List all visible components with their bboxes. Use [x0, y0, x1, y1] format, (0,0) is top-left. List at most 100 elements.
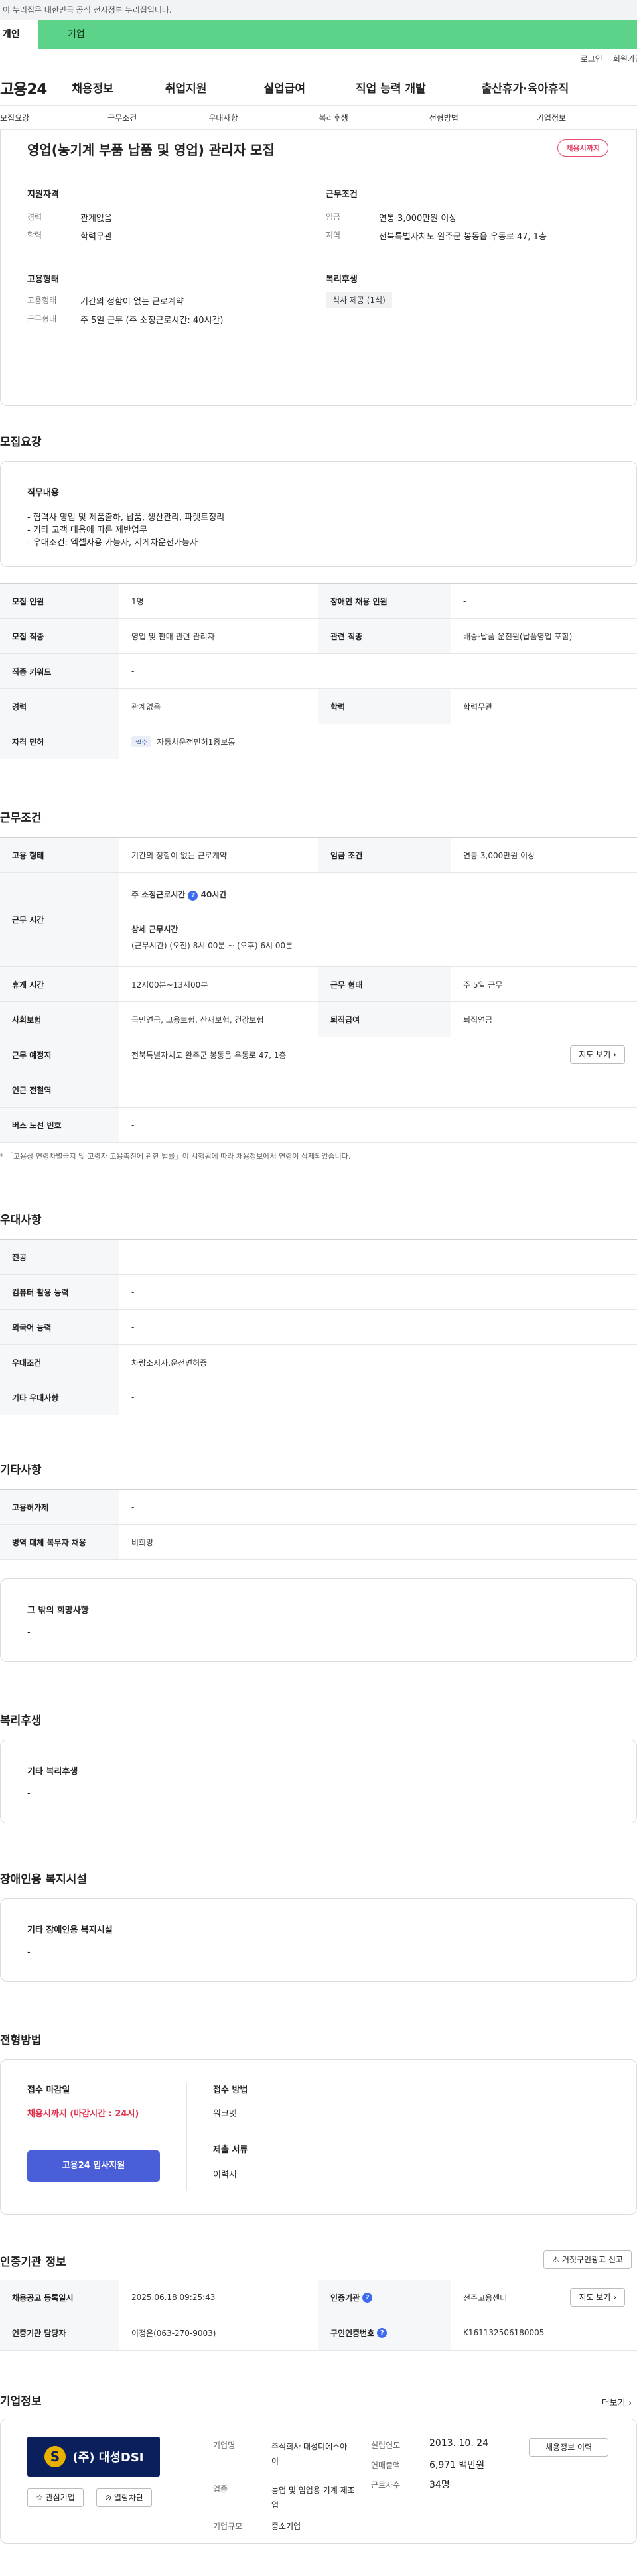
cell-value: -: [131, 1085, 135, 1094]
cell-value: -: [463, 596, 466, 606]
sales-value: 6,971 백만원: [429, 2460, 485, 2471]
gnb-item[interactable]: 취업지원: [165, 79, 207, 96]
cell-label: 휴게 시간: [0, 967, 119, 1001]
divider: [186, 2083, 187, 2191]
work-table: 고용 형태 기간의 정함이 없는 근로계약 임금 조건 연봉 3,000만원 이…: [0, 837, 637, 1143]
cell-value: -: [131, 1322, 135, 1332]
cell-value: 전북특별자치도 완주군 봉동읍 우동로 47, 1층 지도 보기 ›: [119, 1037, 637, 1072]
cell-label: 근무 예정지: [0, 1037, 119, 1072]
etc-table: 고용허가제 - 병역 대체 복무자 채용 비희망: [0, 1489, 637, 1560]
job-summary-card: 영업(농기계 부품 납품 및 영업) 관리자 모집 채용시까지 지원자격 경력 …: [0, 130, 637, 406]
map-button[interactable]: 지도 보기 ›: [570, 1045, 625, 1064]
cell-label: 구인인증번호?: [318, 2315, 451, 2350]
cell-label: 고용허가제: [0, 1490, 119, 1524]
gnb-item[interactable]: 직업 능력 개발: [356, 79, 426, 96]
cell-value: -: [131, 667, 135, 676]
cell-value: K161132506180005: [463, 2328, 545, 2337]
age-note: * 「고용상 연령차별금지 및 고령자 고용촉진에 관한 법률」이 시행됨에 따…: [0, 1152, 351, 1161]
report-ad-button[interactable]: ⚠ 거짓구인광고 신고: [543, 2250, 632, 2269]
info-icon[interactable]: ?: [362, 2292, 373, 2303]
info-icon[interactable]: ?: [188, 890, 198, 901]
cell-label: 병역 대체 복무자 채용: [0, 1525, 119, 1559]
cert-map-label: 지도 보기: [579, 2293, 611, 2302]
login-link[interactable]: 로그인: [581, 54, 602, 64]
cell-label: 외국어 능력: [0, 1310, 119, 1344]
cell-value: -: [131, 1393, 135, 1402]
industry-label: 업종: [213, 2484, 228, 2494]
career-value: 관계없음: [80, 214, 112, 224]
cell-value: 필수 자동차운전면허1종보통: [119, 724, 637, 759]
cert-org-value: 전주고용센터: [463, 2293, 508, 2303]
gov-banner: 이 누리집은 대한민국 공식 전자정부 누리집입니다.: [0, 0, 637, 20]
site-logo[interactable]: 고용24: [0, 76, 47, 99]
map-button-label: 지도 보기: [579, 1050, 611, 1059]
subnav-recruit[interactable]: 모집요강: [0, 112, 29, 123]
cell-label: 장애인 채용 인원: [318, 584, 451, 618]
cell-label: 인증기관?: [318, 2280, 451, 2315]
recruit-table: 모집 인원 1명 장애인 채용 인원 - 모집 직종 영업 및 판매 관련 관리…: [0, 583, 637, 759]
tab-personal[interactable]: 개인: [0, 20, 38, 49]
subnav-work[interactable]: 근무조건: [107, 112, 137, 123]
cell-value: 2025.06.18 09:25:43: [131, 2293, 216, 2302]
table-row: 컴퓨터 활용 능력 -: [0, 1275, 637, 1310]
job-history-button[interactable]: 채용정보 이력: [529, 2438, 608, 2457]
favorite-company-button[interactable]: ☆ 관심기업: [27, 2488, 84, 2507]
cell-label: 버스 노선 번호: [0, 1108, 119, 1142]
table-row: 근무 시간 주 소정근로시간? 40시간 상세 근무시간 (근무시간) (오전)…: [0, 873, 637, 967]
company-name-value: 주식회사 대성디에스아이: [271, 2442, 348, 2466]
cell-label: 사회보험: [0, 1002, 119, 1037]
employees-label: 근로자수: [371, 2480, 401, 2490]
cell-value: 차량소지자,운전면허증: [131, 1358, 208, 1368]
cert-org-label: 인증기관: [330, 2293, 360, 2303]
cell-value: 12시00분~13시00분: [131, 980, 208, 990]
table-row: 사회보험 국민연금, 고용보험, 산재보험, 건강보험 퇴직급여 퇴직연금: [0, 1002, 637, 1037]
tab-company[interactable]: 기업: [38, 20, 637, 49]
gnb-item[interactable]: 채용정보: [72, 79, 113, 96]
other-wishes-card: 그 밖의 희망사항 -: [0, 1578, 637, 1662]
info-icon[interactable]: ?: [377, 2327, 388, 2338]
qualification-heading: 지원자격: [27, 190, 59, 200]
cell-value: 기간의 정함이 없는 근로계약: [131, 850, 227, 860]
license-value: 자동차운전면허1종보통: [157, 737, 236, 747]
company-name-label: 기업명: [213, 2441, 236, 2450]
employees-value: 34명: [429, 2480, 450, 2490]
cell-value: -: [131, 1120, 135, 1129]
star-icon: ☆: [36, 2493, 43, 2502]
other-wishes-heading: 그 밖의 희망사항: [27, 1606, 89, 1616]
cell-label: 경력: [0, 689, 119, 724]
table-row: 채용공고 등록일시 2025.06.18 09:25:43 인증기관? 전주고용…: [0, 2280, 637, 2315]
gnb-item[interactable]: 출산휴가·육아휴직: [482, 79, 569, 96]
etc-section-title: 기타사항: [0, 1464, 42, 1477]
signup-link[interactable]: 회원가입: [613, 54, 637, 64]
conditions-heading: 근무조건: [326, 190, 358, 200]
cert-section-title: 인증기관 정보: [0, 2256, 66, 2269]
block-view-button[interactable]: ⊘ 열람차단: [96, 2488, 153, 2507]
table-row: 인근 전철역 -: [0, 1072, 637, 1108]
table-row: 모집 인원 1명 장애인 채용 인원 -: [0, 584, 637, 619]
cell-value: 영업 및 판매 관련 관리자: [131, 631, 215, 641]
subnav-prefer[interactable]: 우대사항: [208, 112, 238, 123]
disabled-card: 기타 장애인용 복지시설 -: [0, 1898, 637, 1982]
cell-label: 관련 직종: [318, 619, 451, 653]
cell-value: 이정은(063-270-9003): [131, 2328, 216, 2338]
duty-card: 직무내용 - 협력사 영업 및 제품출하, 납품, 생산관리, 파렛트정리 - …: [0, 461, 637, 567]
subnav-welfare[interactable]: 복리후생: [319, 112, 348, 123]
deadline-label: 접수 마감일: [27, 2085, 70, 2095]
company-logo: S (주) 대성DSI: [27, 2437, 160, 2477]
disabled-card-value: -: [27, 1947, 31, 1957]
cell-label: 채용공고 등록일시: [0, 2280, 119, 2315]
subnav-selection[interactable]: 전형방법: [429, 112, 459, 123]
gnb-item[interactable]: 실업급여: [263, 79, 305, 96]
subnav-company[interactable]: 기업정보: [537, 112, 566, 123]
cert-map-button[interactable]: 지도 보기 ›: [570, 2288, 625, 2307]
cell-label: 근무 형태: [318, 967, 451, 1001]
more-link[interactable]: 더보기 ›: [602, 2396, 632, 2408]
docs-label: 제출 서류: [213, 2145, 248, 2155]
table-row: 병역 대체 복무자 채용 비희망: [0, 1525, 637, 1560]
apply-button[interactable]: 고용24 입사지원: [27, 2150, 160, 2182]
company-emblem-icon: S: [44, 2446, 66, 2467]
cell-label: 전공: [0, 1240, 119, 1274]
duty-line: - 협력사 영업 및 제품출하, 납품, 생산관리, 파렛트정리: [27, 513, 225, 523]
docs-value: 이력서: [213, 2170, 237, 2180]
section-nav: 모집요강 근무조건 우대사항 복리후생 전형방법 기업정보: [0, 106, 637, 130]
